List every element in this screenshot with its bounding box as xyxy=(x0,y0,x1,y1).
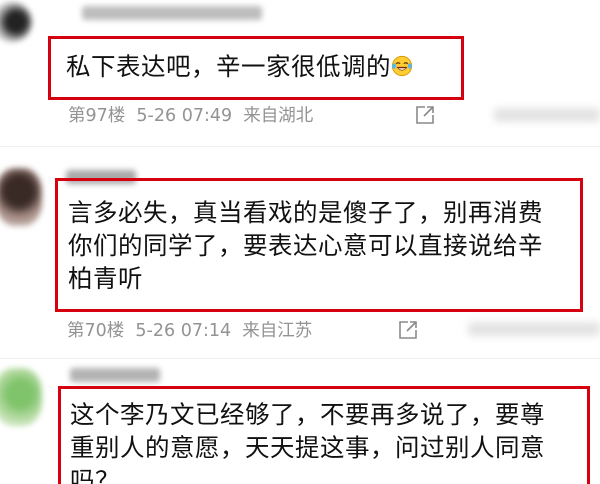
comment-text: 私下表达吧，辛一家很低调的 xyxy=(66,50,413,83)
blurred-meta xyxy=(494,108,600,122)
comment-text-content: 这个李乃文已经够了，不要再多说了，要尊 重别人的意愿，天天提这事，问过别人同意 … xyxy=(70,400,545,484)
divider xyxy=(0,146,600,147)
avatar[interactable] xyxy=(0,168,42,226)
comment-thread: 私下表达吧，辛一家很低调的 第97楼 5-26 07:49 来自湖北 言多必失，… xyxy=(0,0,600,484)
comment-time: 07:14 xyxy=(180,321,232,341)
comment-date: 5-26 xyxy=(136,106,177,126)
divider xyxy=(0,358,600,359)
comment-text: 言多必失，真当看戏的是傻子了，别再消费 你们的同学了，要表达心意可以直接说给辛 … xyxy=(68,196,543,295)
comment-time: 07:49 xyxy=(181,106,233,126)
username-blurred[interactable] xyxy=(82,6,262,20)
ip-location: 来自湖北 xyxy=(243,106,314,126)
comment-meta: 第97楼 5-26 07:49 来自湖北 xyxy=(68,105,313,127)
avatar[interactable] xyxy=(0,368,42,426)
comment-meta: 第70楼 5-26 07:14 来自江苏 xyxy=(67,320,312,342)
blurred-meta xyxy=(468,322,600,336)
share-icon[interactable] xyxy=(414,104,436,126)
floor-number: 第70楼 xyxy=(67,321,125,341)
share-icon[interactable] xyxy=(397,319,419,341)
username-blurred[interactable] xyxy=(70,368,160,382)
comment-text-content: 言多必失，真当看戏的是傻子了，别再消费 你们的同学了，要表达心意可以直接说给辛 … xyxy=(68,198,543,293)
ip-location: 来自江苏 xyxy=(242,321,313,341)
avatar[interactable] xyxy=(0,2,32,42)
laughing-crying-emoji xyxy=(391,55,413,77)
floor-number: 第97楼 xyxy=(68,106,126,126)
comment-date: 5-26 xyxy=(135,321,176,341)
comment-text-content: 私下表达吧，辛一家很低调的 xyxy=(66,52,391,81)
comment-text: 这个李乃文已经够了，不要再多说了，要尊 重别人的意愿，天天提这事，问过别人同意 … xyxy=(70,398,545,484)
